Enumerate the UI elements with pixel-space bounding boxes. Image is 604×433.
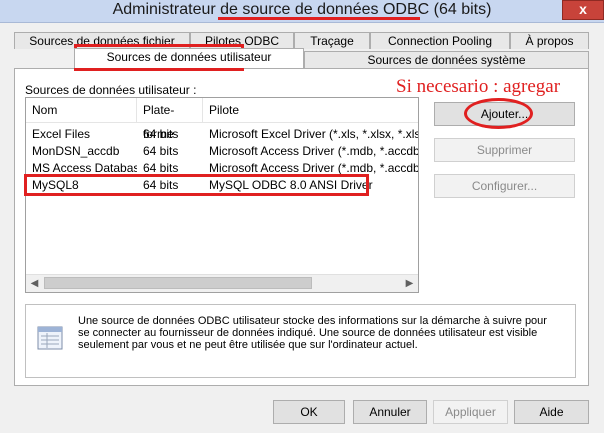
tab-user-dsn[interactable]: Sources de données utilisateur <box>74 48 304 68</box>
horizontal-scrollbar[interactable]: ◀ ▶ <box>26 274 418 292</box>
row-driver: Microsoft Access Driver (*.mdb, *.accdb) <box>209 144 419 158</box>
cancel-button[interactable]: Annuler <box>353 400 427 424</box>
info-text: Une source de données ODBC utilisateur s… <box>78 315 547 351</box>
annotation-row-highlight <box>24 174 369 196</box>
tab-system-dsn[interactable]: Sources de données système <box>304 51 589 68</box>
list-header: Nom Plate-forme Pilote <box>26 98 418 141</box>
annotation-title-underline <box>218 17 420 20</box>
scrollbar-thumb[interactable] <box>44 277 312 289</box>
scroll-left-arrow-icon[interactable]: ◀ <box>26 275 43 292</box>
column-header-platform[interactable]: Plate-forme <box>137 98 203 141</box>
tab-tracing[interactable]: Traçage <box>294 32 370 49</box>
help-button[interactable]: Aide <box>514 400 589 424</box>
row-platform: 64 bits <box>143 144 179 158</box>
table-row[interactable]: Excel Files 64 bits Microsoft Excel Driv… <box>26 126 418 143</box>
column-header-name[interactable]: Nom <box>26 98 137 122</box>
annotation-add-circle <box>464 98 533 129</box>
tab-connection-pooling[interactable]: Connection Pooling <box>370 32 510 49</box>
table-row[interactable]: MonDSN_accdb 64 bits Microsoft Access Dr… <box>26 143 418 160</box>
scroll-right-arrow-icon[interactable]: ▶ <box>401 275 418 292</box>
row-name: Excel Files <box>32 127 91 141</box>
ok-button[interactable]: OK <box>273 400 345 424</box>
title-bar: Administrateur de source de données ODBC… <box>0 0 604 23</box>
row-platform: 64 bits <box>143 127 179 141</box>
row-name: MonDSN_accdb <box>32 144 120 158</box>
close-button[interactable]: x <box>562 0 604 20</box>
row-driver: Microsoft Excel Driver (*.xls, *.xlsx, *… <box>209 127 418 141</box>
data-source-icon <box>37 326 63 350</box>
configure-button[interactable]: Configurer... <box>434 174 575 198</box>
info-box: Une source de données ODBC utilisateur s… <box>25 304 576 378</box>
user-dsn-label: Sources de données utilisateur : <box>25 83 197 97</box>
apply-button[interactable]: Appliquer <box>433 400 508 424</box>
column-header-driver[interactable]: Pilote <box>203 98 418 122</box>
annotation-note: Si necesario : agregar <box>396 76 561 97</box>
tab-about[interactable]: À propos <box>510 32 589 49</box>
remove-button[interactable]: Supprimer <box>434 138 575 162</box>
